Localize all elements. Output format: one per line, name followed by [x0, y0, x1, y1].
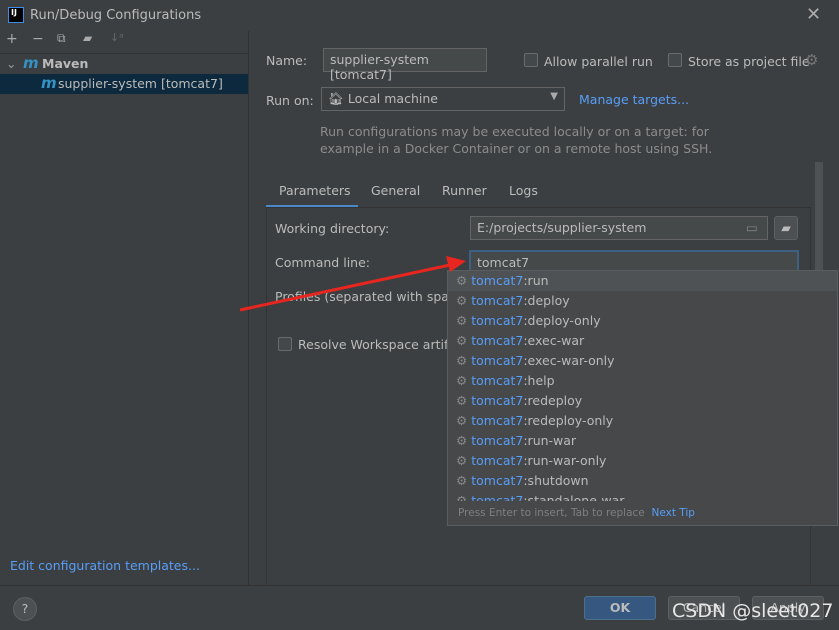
help-button[interactable]: ? [13, 597, 37, 621]
arrow-head [446, 256, 466, 272]
divider [0, 585, 839, 586]
arrow-line [239, 263, 451, 312]
ok-button[interactable]: OK [584, 596, 656, 620]
annotation-arrow [239, 256, 466, 312]
watermark: CSDN @sleet027 [672, 600, 834, 622]
